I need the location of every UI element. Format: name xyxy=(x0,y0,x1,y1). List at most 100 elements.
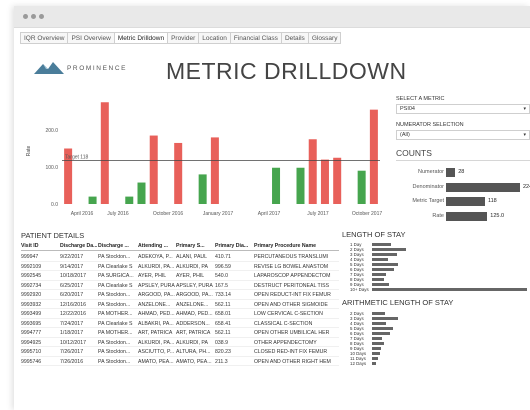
column-header[interactable]: Primary Dia... xyxy=(215,242,253,251)
table-cell: ART, PATRICA xyxy=(138,330,173,336)
table-cell: PA Stockton... xyxy=(98,292,131,298)
table-cell: 410.71 xyxy=(215,254,231,260)
table-cell: 820.23 xyxy=(215,349,231,355)
histogram-bar xyxy=(372,316,398,321)
table-row[interactable]: 9992734 6/25/2017 PA Clearlake S APSLEY, PU… xyxy=(21,282,339,290)
minimize-window-button[interactable] xyxy=(31,14,36,19)
table-row[interactable]: 9995710 7/26/2017 PA Stockton... ASCIUTTO, … xyxy=(21,348,339,357)
table-row[interactable]: 9993932 12/16/2016 PA Stockton... ANZELONE.… xyxy=(21,301,339,309)
histogram-bar xyxy=(372,247,407,252)
close-window-button[interactable] xyxy=(23,14,28,19)
table-header-row: Visit ID Discharge Da... Discharge ... Atte… xyxy=(21,242,339,251)
column-header[interactable]: Attending ... xyxy=(138,242,175,251)
y-tick-label: 0.0 xyxy=(51,202,58,208)
count-label: Metric Target xyxy=(412,198,444,204)
chart-bar xyxy=(88,196,97,204)
table-row[interactable]: 999947 9/22/2017 PA Stockton... ADEKOYA, P.… xyxy=(21,253,339,262)
table-cell: 7/26/2017 xyxy=(60,349,84,355)
histogram-bar xyxy=(372,287,527,292)
tab-glossary[interactable]: Glossary xyxy=(307,32,342,44)
table-cell: 167.5 xyxy=(215,282,228,289)
target-label: Target 118 xyxy=(65,154,88,160)
tab-psi-overview[interactable]: PSI Overview xyxy=(67,32,114,44)
length-of-stay-title: LENGTH OF STAY xyxy=(342,230,406,239)
table-cell: 9994777 xyxy=(21,330,42,336)
numerator-select-value: (All) xyxy=(400,132,410,138)
x-tick-label: January 2017 xyxy=(203,211,234,217)
logo-text: PROMINENCE xyxy=(67,65,128,72)
table-row[interactable]: 9992109 9/14/2017 PA Clearlake S ALKURDI, P… xyxy=(21,263,339,271)
tab-financial-class[interactable]: Financial Class xyxy=(229,32,281,44)
tab-provider[interactable]: Provider xyxy=(167,32,199,44)
histogram-label: 12 Days xyxy=(350,361,367,366)
metric-select[interactable]: PSI04 ▾ xyxy=(396,104,530,114)
table-cell: ART, PATRICA xyxy=(176,330,211,336)
histogram-bar xyxy=(372,346,382,351)
counts-title: COUNTS xyxy=(396,148,432,158)
histogram-row: 10+ Days xyxy=(342,287,530,292)
column-header[interactable]: Primary Procedure Name xyxy=(254,242,339,251)
tab-metric-drilldown[interactable]: Metric Drilldown xyxy=(113,32,168,44)
table-cell: ALKURDI, PA xyxy=(176,263,208,270)
table-cell: 211.3 xyxy=(215,358,228,365)
y-tick-label: 200.0 xyxy=(45,128,58,134)
table-cell: 9993932 xyxy=(21,301,42,308)
table-cell: PA Stockton... xyxy=(98,358,131,365)
table-cell: 12/16/2016 xyxy=(60,301,86,308)
chart-bar xyxy=(174,142,183,204)
table-cell: OPEN AND OTHER RIGHT HEM xyxy=(254,358,331,365)
column-header[interactable]: Visit ID xyxy=(21,242,59,251)
histogram-bar xyxy=(372,267,394,272)
table-row[interactable]: 9993695 7/24/2017 PA Clearlake S ALBAKRI, P… xyxy=(21,320,339,328)
chart-bar xyxy=(296,167,305,204)
count-row: Metric Target 118 xyxy=(396,197,530,207)
histogram-bar xyxy=(372,326,393,331)
histogram-bar xyxy=(372,336,382,341)
table-cell: APSLEY, PURA xyxy=(176,282,213,289)
histogram-bar xyxy=(372,242,391,247)
table-row[interactable]: 9993499 12/22/2016 PA MOTHER... AHMAD, PED.… xyxy=(21,310,339,319)
table-cell: PA MOTHER... xyxy=(98,330,133,336)
table-cell: ASCIUTTO, P... xyxy=(138,349,175,355)
chart-bar xyxy=(272,167,281,204)
count-value: 28 xyxy=(458,169,465,175)
table-row[interactable]: 9992920 6/20/2017 PA Stockton... ARGOOD, PA… xyxy=(21,291,339,300)
histogram-bar xyxy=(372,252,397,257)
table-cell: OPEN AND OTHER SIGMOIDE xyxy=(254,301,328,308)
table-cell: 562.11 xyxy=(215,301,231,308)
tab-iqr-overview[interactable]: IQR Overview xyxy=(20,32,68,44)
histogram-label: 10+ Days xyxy=(350,287,369,292)
chart-bar xyxy=(137,182,146,204)
column-header[interactable]: Discharge Da... xyxy=(60,242,97,251)
chart-bar xyxy=(369,109,378,204)
histogram-bar xyxy=(372,257,388,262)
tab-details[interactable]: Details xyxy=(280,32,308,44)
table-cell: 9995710 xyxy=(21,349,42,355)
table-cell: 12/22/2016 xyxy=(60,311,86,317)
counts-divider xyxy=(396,160,530,161)
chart-bar xyxy=(100,102,109,204)
table-cell: CLASSICAL C-SECTION xyxy=(254,320,313,327)
chart-bar xyxy=(357,170,366,204)
rate-bar-chart: Rate 0.0 100.0 200.0 Target 118 April 2016 Jul… xyxy=(26,102,382,217)
table-row[interactable]: 9995746 7/26/2016 PA Stockton... AMATO, PEA… xyxy=(21,358,339,366)
column-header[interactable]: Discharge ... xyxy=(98,242,137,251)
table-row[interactable]: 9992545 10/18/2017 PA SURGICA... AYER, PHIL… xyxy=(21,272,339,281)
column-header[interactable]: Primary S... xyxy=(176,242,214,251)
table-cell: PA Stockton... xyxy=(98,339,131,346)
count-value: 224 xyxy=(523,183,530,190)
histogram-bar xyxy=(372,331,390,336)
table-row[interactable]: 9994777 1/18/2017 PA MOTHER... ART, PATRICA… xyxy=(21,329,339,338)
table-cell: 1/18/2017 xyxy=(60,330,84,336)
table-cell: OTHER APPENDECTOMY xyxy=(254,339,317,346)
numerator-select[interactable]: (All) ▾ xyxy=(396,130,530,140)
count-label: Rate xyxy=(432,212,444,219)
tab-location[interactable]: Location xyxy=(198,32,230,44)
table-cell: 9995746 xyxy=(21,358,42,365)
count-row: Denominator 224 xyxy=(396,182,530,193)
table-cell: AHMAD, PED... xyxy=(138,311,175,317)
table-row[interactable]: 9994925 10/12/2017 PA Stockton... ALKURDI, … xyxy=(21,339,339,347)
table-cell: ALBAKRI, PA... xyxy=(138,320,174,327)
numerator-select-label: NUMERATOR SELECTION xyxy=(396,122,464,128)
maximize-window-button[interactable] xyxy=(39,14,44,19)
